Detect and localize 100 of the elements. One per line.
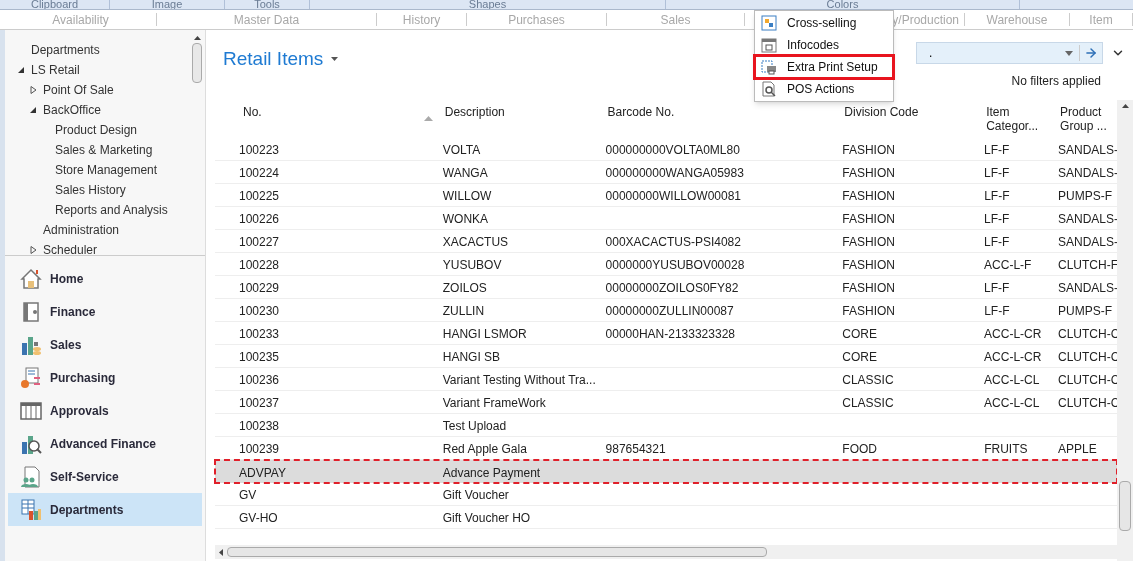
- document-gear-icon: [20, 366, 42, 389]
- table-row[interactable]: GV Gift Voucher: [215, 483, 1117, 506]
- table-cell: HANGI LSMOR: [442, 327, 527, 341]
- navigation-button[interactable]: Self-Service: [8, 460, 202, 493]
- table-cell: 100226: [239, 212, 280, 226]
- table-cell: 100228: [239, 258, 280, 272]
- table-cell: CLASSIC: [842, 396, 894, 410]
- table-cell: ACC-L-CR: [984, 327, 1042, 341]
- expanded-triangle-icon[interactable]: [29, 106, 37, 114]
- table-cell: 100237: [239, 396, 280, 410]
- table-cell: CLUTCH-C: [1058, 396, 1120, 410]
- table-cell: LF-F: [984, 235, 1010, 249]
- column-header[interactable]: Barcode No.: [607, 105, 838, 119]
- menu-item[interactable]: Infocodes: [755, 34, 893, 56]
- navigation-button[interactable]: Home: [8, 262, 202, 295]
- table-row[interactable]: 100224 WANGA 000000000WANGA05983 FASHION LF-F SANDALS-: [215, 161, 1117, 184]
- house-icon: [20, 267, 42, 290]
- caret-icon[interactable]: [331, 57, 339, 62]
- scroll-up-icon[interactable]: [193, 36, 201, 40]
- table-cell: SANDALS-: [1058, 166, 1118, 180]
- grid-chart-icon: [20, 498, 42, 521]
- table-row[interactable]: 100227 XACACTUS 000XACACTUS-PSI4082 FASHION LF-F SANDALS-: [215, 230, 1117, 253]
- scroll-left-icon[interactable]: [219, 548, 223, 556]
- table-cell: 100227: [239, 235, 280, 249]
- table-cell: VOLTA: [442, 143, 481, 157]
- nav-tree-item[interactable]: BackOffice: [43, 101, 101, 119]
- table-cell: 000XACACTUS-PSI4082: [605, 235, 741, 249]
- table-cell: 00000000ZOILOS0FY82: [605, 281, 739, 295]
- table-cell: Test Upload: [442, 419, 507, 433]
- table-row[interactable]: 100226 WONKA FASHION LF-F SANDALS-: [215, 207, 1117, 230]
- table-row[interactable]: 100230 ZULLIN 00000000ZULLIN00087 FASHION LF-F PUMPS-F: [215, 299, 1117, 322]
- filter-status: No filters applied: [1011, 73, 1101, 90]
- navigation-button[interactable]: Departments: [8, 493, 202, 526]
- nav-tree-item[interactable]: Departments: [31, 41, 100, 59]
- nav-tree-item[interactable]: Sales History: [55, 181, 126, 199]
- table-cell: CORE: [842, 350, 877, 364]
- table-cell: LF-F: [984, 166, 1010, 180]
- navigation-button[interactable]: Sales: [8, 328, 202, 361]
- scrollbar-thumb[interactable]: [192, 43, 202, 83]
- table-row[interactable]: 100223 VOLTA 000000000VOLTA0ML80 FASHION LF-F SANDALS-: [215, 138, 1117, 161]
- nav-tree-item[interactable]: LS Retail: [31, 61, 80, 79]
- table-row[interactable]: 100237 Variant FrameWork CLASSIC ACC-L-CL CLUTCH-C: [215, 391, 1117, 414]
- table-row[interactable]: ADVPAY Advance Payment: [215, 460, 1117, 483]
- table-row[interactable]: 100229 ZOILOS 00000000ZOILOS0FY82 FASHION LF-F SANDALS-: [215, 276, 1117, 299]
- table-row[interactable]: 100228 YUSUBOV 0000000YUSUBOV00028 FASHION ACC-L-F CLUTCH-F: [215, 253, 1117, 276]
- collapsed-triangle-icon[interactable]: [29, 246, 37, 254]
- navigation-button[interactable]: Approvals: [8, 394, 202, 427]
- expanded-triangle-icon[interactable]: [17, 66, 25, 74]
- dropdown-caret-icon[interactable]: [1065, 50, 1073, 56]
- table-cell: YUSUBOV: [442, 258, 502, 272]
- table-row[interactable]: 100233 HANGI LSMOR 00000HAN-2133323328 CORE ACC-L-CR CLUTCH-C: [215, 322, 1117, 345]
- scrollbar-thumb[interactable]: [227, 547, 767, 557]
- table-row[interactable]: 100225 WILLOW 00000000WILLOW00081 FASHION LF-F PUMPS-F: [215, 184, 1117, 207]
- navigation-button[interactable]: Advanced Finance: [8, 427, 202, 460]
- nav-tree-item[interactable]: Scheduler: [43, 241, 98, 259]
- column-header[interactable]: Item Categor...: [986, 105, 1054, 133]
- scrollbar-thumb[interactable]: [1119, 481, 1131, 531]
- navigation-button[interactable]: Purchasing: [8, 361, 202, 394]
- table-cell: 100236: [239, 373, 280, 387]
- table-cell: 00000HAN-2133323328: [605, 327, 735, 341]
- collapsed-triangle-icon[interactable]: [29, 86, 37, 94]
- nav-tree-item[interactable]: Administration: [43, 221, 120, 239]
- nav-tree-item[interactable]: Reports and Analysis: [55, 201, 168, 219]
- nav-tree-item[interactable]: Product Design: [55, 121, 138, 139]
- table-cell: ACC-L-CL: [984, 373, 1040, 387]
- people-document-icon: [20, 465, 42, 488]
- table-cell: ACC-L-F: [984, 258, 1032, 272]
- table-row[interactable]: 100236 Variant Testing Without Tra... CLASSIC ACC-L-CL CLUTCH-C: [215, 368, 1117, 391]
- nav-tree-item[interactable]: Store Management: [55, 161, 158, 179]
- table-cell: CLUTCH-C: [1058, 373, 1120, 387]
- filter-field[interactable]: .: [916, 42, 1103, 64]
- document-search-icon: [761, 81, 777, 97]
- column-header[interactable]: Description: [444, 105, 601, 119]
- menu-item[interactable]: Extra Print Setup: [755, 56, 893, 78]
- table-row[interactable]: 100238 Test Upload: [215, 414, 1117, 437]
- table-row[interactable]: GV-HO Gift Voucher HO: [215, 506, 1117, 529]
- column-header[interactable]: Division Code: [844, 105, 980, 119]
- table-icon: [20, 399, 42, 422]
- menu-item[interactable]: POS Actions: [755, 78, 893, 100]
- table-cell: ZOILOS: [442, 281, 487, 295]
- column-header[interactable]: Product Group ...: [1060, 105, 1117, 133]
- table-cell: LF-F: [984, 189, 1010, 203]
- table-cell: LF-F: [984, 143, 1010, 157]
- table-cell: Red Apple Gala: [442, 442, 527, 456]
- table-cell: 100224: [239, 166, 280, 180]
- ribbon-group-label: Tools: [254, 0, 280, 9]
- table-row[interactable]: 100235 HANGI SB CORE ACC-L-CR CLUTCH-C: [215, 345, 1117, 368]
- table-cell: SANDALS-: [1058, 281, 1118, 295]
- table-cell: Gift Voucher: [442, 488, 509, 502]
- navigation-button[interactable]: Finance: [8, 295, 202, 328]
- column-header[interactable]: No.: [243, 105, 424, 119]
- nav-tree-item[interactable]: Point Of Sale: [43, 81, 114, 99]
- nav-tree-item[interactable]: Sales & Marketing: [55, 141, 153, 159]
- table-cell: ACC-L-CR: [984, 350, 1042, 364]
- table-cell: WONKA: [442, 212, 489, 226]
- scroll-up-icon[interactable]: [1121, 104, 1129, 108]
- table-cell: GV-HO: [239, 511, 278, 525]
- menu-item[interactable]: Cross-selling: [755, 12, 893, 34]
- table-cell: Variant Testing Without Tra...: [442, 373, 596, 387]
- table-cell: CLUTCH-F: [1058, 258, 1118, 272]
